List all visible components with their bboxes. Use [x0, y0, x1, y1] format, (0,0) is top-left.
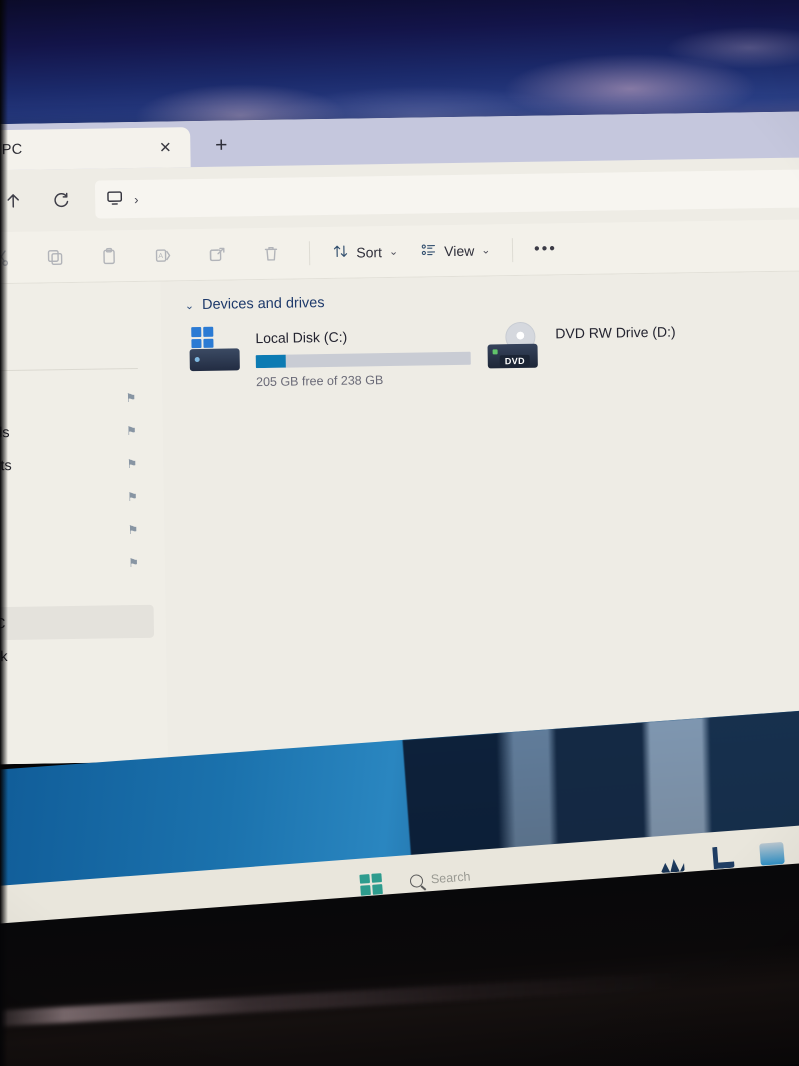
windows-logo-badge-icon	[191, 326, 214, 349]
group-header-label: Devices and drives	[201, 295, 325, 313]
sidebar-item-downloads[interactable]: Downloads ⚑	[0, 414, 163, 451]
tab-this-pc[interactable]: s PC ✕	[0, 127, 191, 172]
group-header-devices-and-drives[interactable]: ⌄ Devices and drives	[185, 287, 799, 313]
tab-title: s PC	[0, 141, 23, 159]
navigation-pane: Home Gallery Desktop ⚑ Downloads	[0, 281, 169, 766]
drive-free-space-text: 205 GB free of 238 GB	[255, 373, 384, 390]
sidebar-item-pictures[interactable]: Pictures ⚑	[0, 480, 164, 517]
breadcrumb-chevron-icon[interactable]: ›	[134, 191, 139, 206]
chevron-down-icon: ⌄	[481, 244, 491, 257]
chevron-down-icon[interactable]: ⌄	[185, 299, 194, 312]
file-explorer-app-icon[interactable]	[709, 846, 735, 870]
file-list-area[interactable]: ⌄ Devices and drives Local Disk (C:) 205…	[160, 270, 799, 762]
pin-icon[interactable]: ⚑	[126, 457, 137, 471]
see-more-button[interactable]: •••	[525, 232, 566, 267]
chevron-down-icon: ⌄	[388, 245, 399, 259]
dvd-badge-label: DVD	[499, 354, 531, 368]
sidebar-item-network[interactable]: › Network	[0, 638, 167, 675]
refresh-icon[interactable]	[39, 182, 84, 219]
view-button[interactable]: View ⌄	[410, 233, 501, 268]
sidebar-item-videos[interactable]: Videos ⚑	[0, 546, 165, 583]
copy-icon[interactable]	[29, 238, 82, 275]
sidebar-divider	[0, 367, 138, 373]
sidebar-item-home[interactable]: Home	[0, 292, 161, 329]
share-icon[interactable]	[191, 236, 244, 273]
sidebar-item-music[interactable]: Music ⚑	[0, 513, 165, 550]
window-body: Home Gallery Desktop ⚑ Downloads	[0, 270, 799, 766]
drive-item-local-disk-c[interactable]: Local Disk (C:) 205 GB free of 238 GB	[185, 323, 486, 391]
file-explorer-window: s PC ✕ + ›	[0, 110, 799, 766]
search-icon	[409, 873, 424, 888]
paste-icon[interactable]	[83, 238, 136, 275]
pin-icon[interactable]: ⚑	[125, 391, 136, 405]
drive-item-dvd-rw-d[interactable]: DVD DVD RW Drive (D:)	[485, 318, 786, 386]
local-disk-icon	[185, 326, 244, 379]
edge-app-icon[interactable]	[758, 841, 785, 866]
drive-capacity-fill	[255, 354, 286, 369]
windows-start-icon[interactable]	[359, 872, 383, 896]
command-bar-divider-3	[512, 237, 514, 262]
sidebar-item-gallery[interactable]: Gallery	[0, 325, 162, 362]
photos-app-icon[interactable]	[659, 849, 685, 873]
sidebar-item-desktop[interactable]: Desktop ⚑	[0, 381, 163, 418]
drive-name: Local Disk (C:)	[255, 328, 348, 347]
view-icon	[420, 241, 437, 261]
search-placeholder: Search	[430, 869, 471, 887]
sidebar-item-this-pc[interactable]: › This PC	[0, 604, 155, 642]
address-bar[interactable]: ›	[94, 169, 799, 219]
drive-tiles: Local Disk (C:) 205 GB free of 238 GB DV…	[185, 317, 799, 390]
sort-button[interactable]: Sort ⌄	[322, 234, 408, 269]
svg-text:A: A	[159, 252, 164, 259]
taskbar-search-box[interactable]: Search	[409, 869, 471, 888]
command-bar-divider-2	[309, 240, 311, 265]
sort-icon	[332, 242, 349, 262]
close-icon[interactable]: ✕	[152, 135, 178, 159]
sort-label: Sort	[356, 243, 383, 261]
pin-icon[interactable]: ⚑	[126, 424, 137, 438]
new-tab-button[interactable]: +	[204, 128, 239, 163]
this-pc-monitor-icon	[105, 188, 124, 210]
dvd-drive-icon: DVD	[485, 321, 544, 375]
pin-icon[interactable]: ⚑	[127, 522, 138, 536]
drive-name: DVD RW Drive (D:)	[555, 323, 676, 342]
laptop-screen-photo: s PC ✕ + ›	[0, 0, 799, 1066]
pin-icon[interactable]: ⚑	[128, 555, 139, 569]
delete-trash-icon[interactable]	[245, 235, 298, 272]
sidebar-item-documents[interactable]: Documents ⚑	[0, 447, 164, 484]
rename-icon[interactable]: A	[137, 237, 190, 274]
drive-capacity-bar	[255, 351, 471, 369]
view-label: View	[444, 242, 475, 259]
pin-icon[interactable]: ⚑	[127, 489, 138, 503]
left-edge-shadow	[0, 0, 8, 1066]
